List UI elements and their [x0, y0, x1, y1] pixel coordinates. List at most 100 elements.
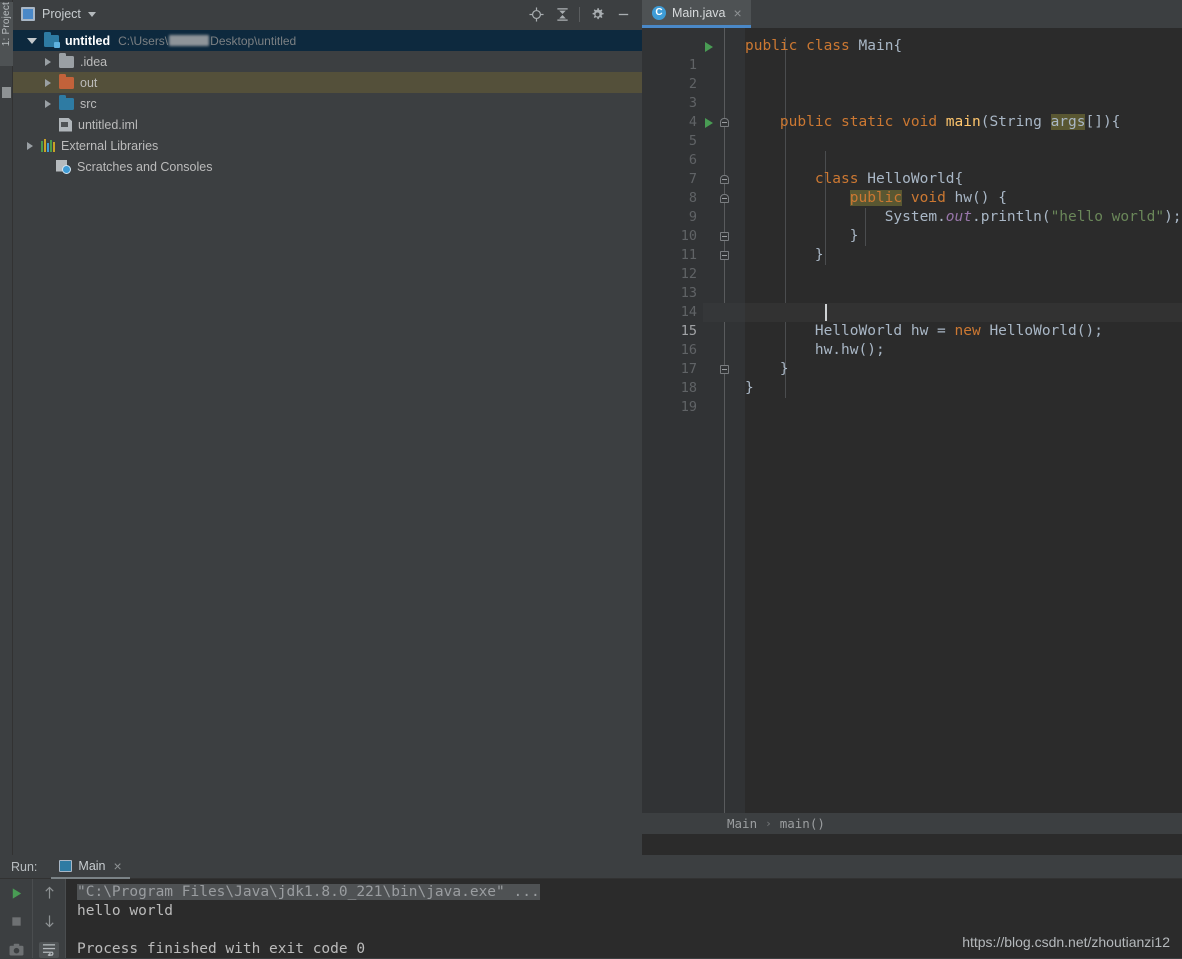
folder-orange-icon — [59, 73, 74, 89]
minimize-icon[interactable] — [610, 1, 636, 27]
chevron-collapsed-icon[interactable] — [45, 78, 51, 87]
line-text: public class Main{ — [745, 38, 903, 54]
code-line[interactable]: 19 } — [642, 379, 1182, 415]
close-icon[interactable]: × — [112, 859, 122, 873]
external-libraries-icon — [41, 139, 55, 152]
tree-node-label: out — [80, 75, 98, 90]
code-editor[interactable]: 1 public class Main{ 2 3 4 5 public stat… — [642, 28, 1182, 834]
module-folder-icon — [44, 31, 60, 48]
line-text: class HelloWorld{ — [814, 171, 964, 187]
fold-toggle-icon[interactable] — [720, 365, 729, 374]
fold-toggle-icon[interactable] — [720, 118, 729, 127]
fold-toggle-icon[interactable] — [720, 175, 729, 184]
code-line[interactable]: 3 — [642, 75, 1182, 111]
editor-area: Main.java × 1 public class Main{ 2 — [642, 0, 1182, 855]
tool-window-button-project[interactable]: 1: Project — [0, 2, 13, 66]
tree-node-untitled-iml[interactable]: untitled.iml — [13, 114, 642, 135]
rerun-button[interactable] — [6, 885, 26, 901]
run-actions-column-left — [0, 879, 33, 958]
tree-node-external-libraries[interactable]: External Libraries — [13, 135, 642, 156]
line-text: } — [745, 380, 754, 396]
scroll-up-button[interactable] — [39, 885, 59, 901]
screenshot-button[interactable] — [6, 942, 26, 958]
text-caret — [825, 304, 827, 321]
breadcrumb: Main › main() — [642, 813, 1182, 834]
tree-node-out[interactable]: out — [13, 72, 642, 93]
line-text: } — [779, 361, 789, 377]
code-line[interactable]: 12 } — [642, 246, 1182, 282]
collapse-all-icon[interactable] — [549, 1, 575, 27]
code-line[interactable]: 5 public static void main(String args[])… — [642, 113, 1182, 149]
line-text: HelloWorld hw = new HelloWorld(); — [814, 323, 1103, 339]
code-line[interactable]: 4 — [642, 94, 1182, 130]
code-line[interactable]: 18 } — [642, 360, 1182, 396]
project-tool-window: Project untitled C:\Users\ Desktop\untit… — [13, 0, 642, 855]
fold-toggle-icon[interactable] — [720, 232, 729, 241]
breadcrumb-item-class[interactable]: Main — [727, 814, 757, 833]
chevron-collapsed-icon[interactable] — [45, 99, 51, 108]
code-line[interactable]: 17 hw.hw(); — [642, 341, 1182, 377]
chevron-collapsed-icon[interactable] — [45, 57, 51, 66]
tree-node-label: .idea — [80, 54, 108, 69]
breadcrumb-item-method[interactable]: main() — [780, 814, 825, 833]
tool-window-button-project-label: 1: Project — [1, 2, 12, 47]
line-text: System.out.println("hello world"); — [884, 209, 1182, 225]
line-text: } — [814, 247, 824, 263]
fold-toggle-icon[interactable] — [720, 194, 729, 203]
gear-icon[interactable] — [584, 1, 610, 27]
tree-node-src[interactable]: src — [13, 93, 642, 114]
run-config-icon — [59, 859, 73, 872]
tree-node-label: src — [80, 96, 97, 111]
code-line[interactable]: 2 — [642, 56, 1182, 92]
run-tab-label: Main — [78, 858, 106, 873]
run-tab-main[interactable]: Main × — [51, 855, 130, 879]
folder-blue-icon — [59, 94, 74, 110]
scratches-icon — [56, 159, 71, 174]
code-line[interactable]: 10 System.out.println("hello world"); — [642, 208, 1182, 244]
tree-node-label: External Libraries — [61, 138, 159, 153]
chevron-down-icon[interactable] — [87, 11, 96, 17]
code-line[interactable]: 14 — [642, 284, 1182, 320]
run-tool-window: Run: Main × "C:\Program Files\Java\jdk1.… — [0, 855, 1182, 959]
console-output[interactable]: "C:\Program Files\Java\jdk1.8.0_221\bin\… — [66, 879, 1182, 958]
code-line[interactable]: 6 — [642, 132, 1182, 168]
code-line-current[interactable]: 15 — [642, 303, 1182, 339]
toolbar-separator — [579, 6, 580, 22]
project-panel-title: Project — [42, 7, 81, 21]
code-line[interactable]: 8 class HelloWorld{ — [642, 170, 1182, 206]
line-text: hw.hw(); — [814, 342, 885, 358]
soft-wrap-button[interactable] — [39, 941, 59, 958]
tree-node-idea[interactable]: .idea — [13, 51, 642, 72]
code-line[interactable]: 7 — [642, 151, 1182, 187]
redacted-username — [169, 34, 210, 46]
fold-toggle-icon[interactable] — [720, 251, 729, 260]
code-line[interactable]: 16 HelloWorld hw = new HelloWorld(); — [642, 322, 1182, 358]
run-gutter-icon[interactable] — [705, 42, 713, 52]
code-line[interactable]: 11 } — [642, 227, 1182, 263]
line-text: } — [849, 228, 859, 244]
project-window-icon — [21, 7, 35, 21]
close-icon[interactable]: × — [732, 6, 742, 20]
console-line-text: "C:\Program Files\Java\jdk1.8.0_221\bin\… — [77, 884, 540, 900]
locate-icon[interactable] — [523, 1, 549, 27]
watermark: https://blog.csdn.net/zhoutianzi12 — [962, 934, 1170, 950]
tree-node-untitled[interactable]: untitled C:\Users\ Desktop\untitled — [13, 30, 642, 51]
chevron-collapsed-icon[interactable] — [27, 141, 33, 150]
code-line[interactable]: 9 public void hw() { — [642, 189, 1182, 225]
run-gutter-icon[interactable] — [705, 118, 713, 128]
tree-node-label: Scratches and Consoles — [77, 159, 213, 174]
tree-node-scratches-and-consoles[interactable]: Scratches and Consoles — [13, 156, 642, 177]
run-panel-body: "C:\Program Files\Java\jdk1.8.0_221\bin\… — [0, 879, 1182, 958]
run-tab-bar: Run: Main × — [0, 855, 1182, 879]
project-panel-toolbar — [523, 1, 636, 27]
tree-node-label: untitled.iml — [78, 117, 138, 132]
tree-node-label: untitled — [65, 33, 111, 48]
project-tree: untitled C:\Users\ Desktop\untitled .idea… — [13, 28, 642, 177]
editor-tab-bar: Main.java × — [642, 0, 1182, 28]
chevron-expanded-icon[interactable] — [27, 37, 37, 44]
editor-tab-main-java[interactable]: Main.java × — [642, 0, 751, 28]
code-line[interactable]: 13 — [642, 265, 1182, 301]
code-line[interactable]: 1 public class Main{ — [642, 37, 1182, 73]
stop-button[interactable] — [6, 913, 26, 929]
scroll-down-button[interactable] — [39, 913, 59, 929]
